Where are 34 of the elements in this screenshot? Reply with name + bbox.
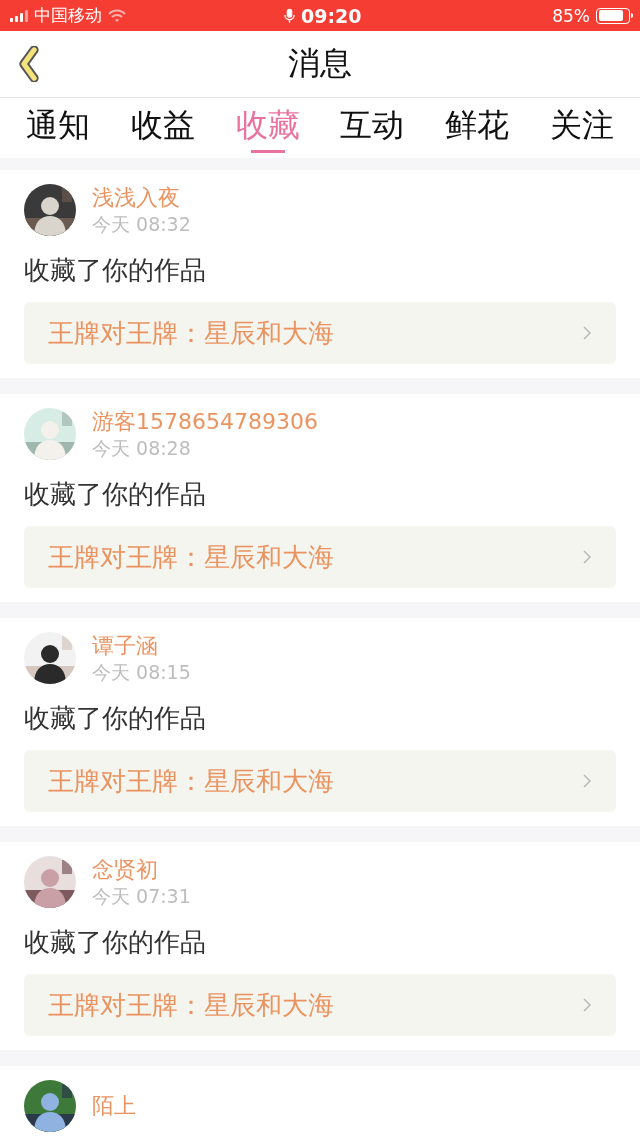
tab[interactable]: 关注 (544, 98, 620, 156)
chevron-right-icon (583, 326, 592, 340)
timestamp: 今天 08:32 (92, 212, 191, 236)
wifi-icon (108, 8, 126, 23)
chevron-right-icon (583, 998, 592, 1012)
carrier-name: 中国移动 (34, 4, 102, 27)
battery-percent: 85% (552, 5, 590, 26)
work-link[interactable]: 王牌对王牌：星辰和大海 (24, 974, 616, 1036)
work-link[interactable]: 王牌对王牌：星辰和大海 (24, 526, 616, 588)
chevron-right-icon (583, 774, 592, 788)
user-name[interactable]: 浅浅入夜 (92, 184, 191, 212)
work-link[interactable]: 王牌对王牌：星辰和大海 (24, 750, 616, 812)
signal-icon (10, 9, 28, 22)
page-title: 消息 (287, 43, 353, 84)
message-text: 收藏了你的作品 (24, 254, 207, 287)
message-text: 收藏了你的作品 (24, 926, 207, 959)
work-link[interactable]: 王牌对王牌：星辰和大海 (24, 302, 616, 364)
tab[interactable]: 互动 (334, 98, 411, 156)
chevron-right-icon (583, 550, 592, 564)
message-text: 收藏了你的作品 (24, 702, 207, 735)
user-name[interactable]: 陌上 (92, 1092, 136, 1120)
timestamp: 今天 08:15 (92, 660, 191, 684)
battery-icon (596, 7, 630, 24)
tab[interactable]: 通知 (20, 98, 96, 156)
microphone-icon (284, 7, 295, 24)
tab[interactable]: 收益 (124, 98, 201, 156)
timestamp: 今天 07:31 (92, 884, 191, 908)
tab[interactable]: 鲜花 (439, 98, 516, 156)
timestamp: 今天 08:28 (92, 436, 192, 460)
user-name[interactable]: 念贤初 (92, 856, 191, 884)
user-name[interactable]: 游客1578654789306 (92, 408, 318, 436)
user-name[interactable]: 谭子涵 (92, 632, 191, 660)
clock-time: 09:20 (301, 4, 362, 27)
message-text: 收藏了你的作品 (24, 478, 207, 511)
